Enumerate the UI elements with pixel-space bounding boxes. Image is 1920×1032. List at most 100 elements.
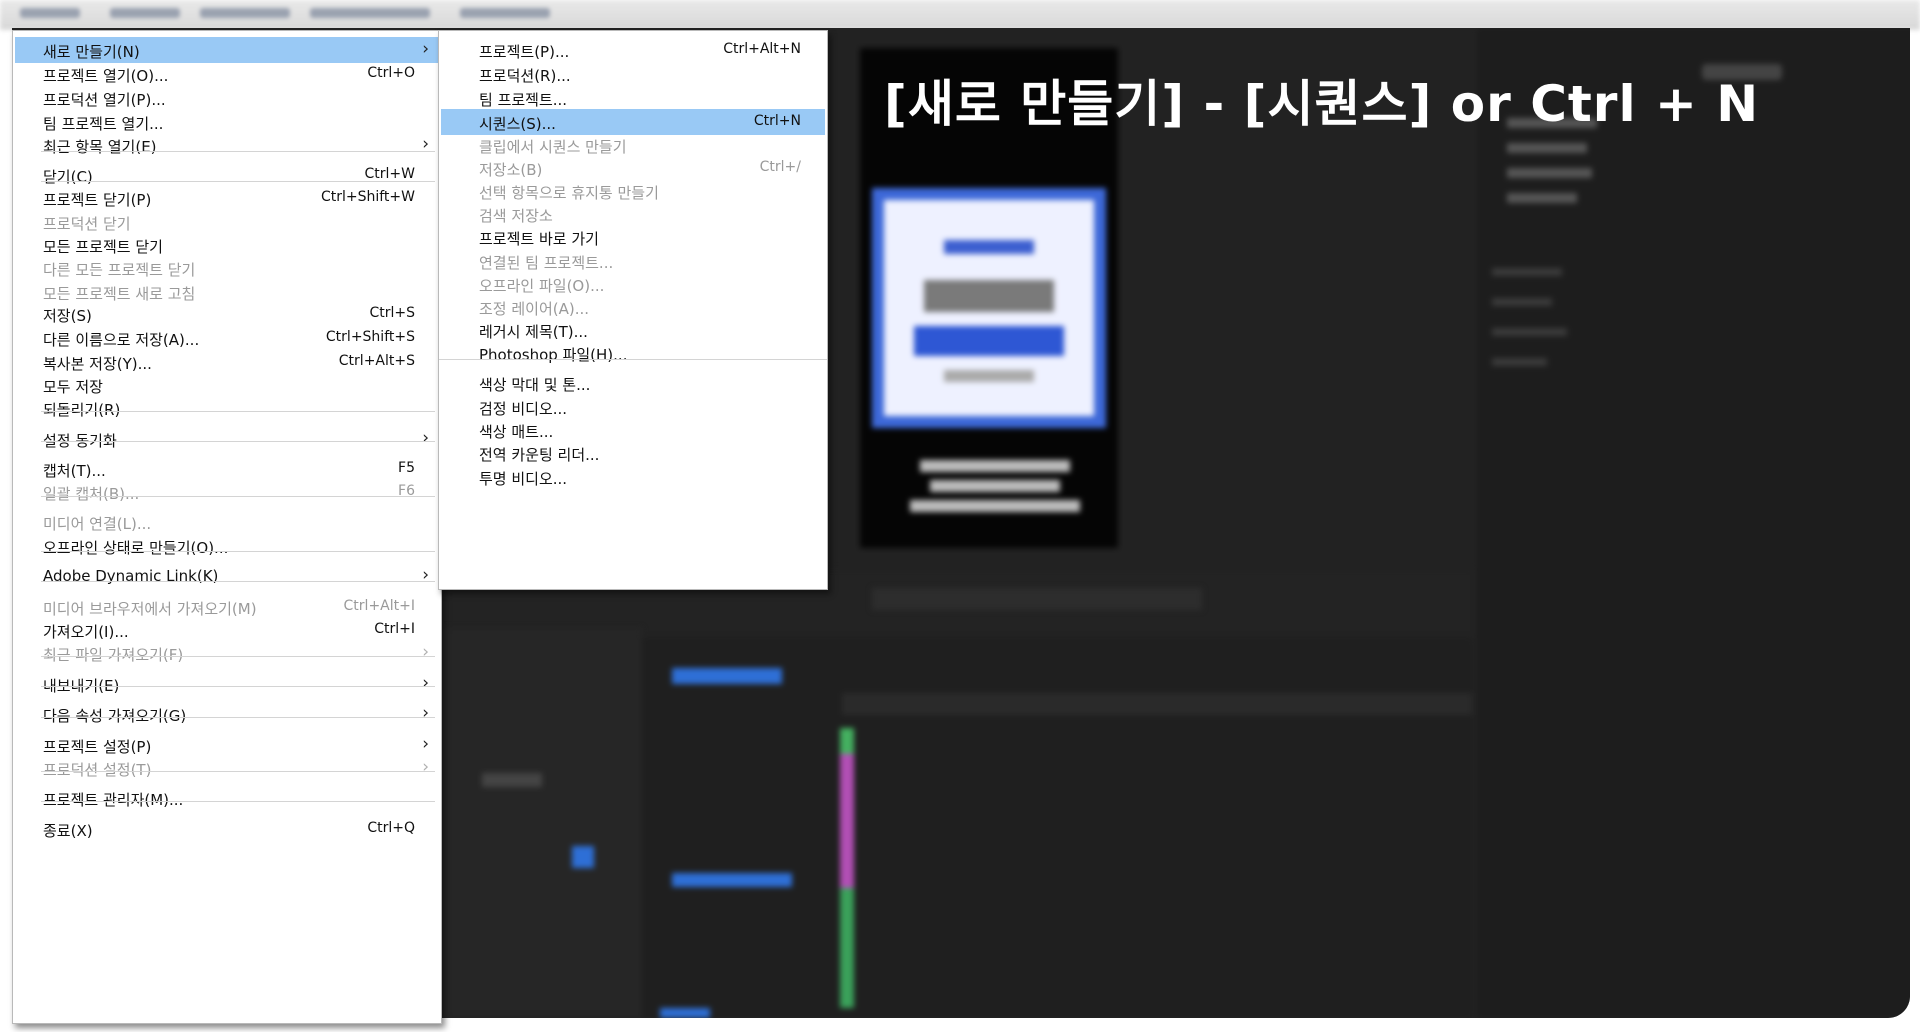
file-menu-item-label: 프로젝트 닫기(P) bbox=[43, 191, 152, 209]
new-submenu-item-17[interactable]: 전역 카운팅 리더... bbox=[441, 440, 825, 466]
file-menu-item-6[interactable]: 프로젝트 닫기(P) Ctrl+Shift+W bbox=[15, 185, 439, 211]
file-menu-item-label: 가져오기(I)... bbox=[43, 623, 129, 641]
file-menu-item-label: 종료(X) bbox=[43, 822, 93, 840]
file-menu-item-30[interactable]: 종료(X) Ctrl+Q bbox=[15, 816, 439, 842]
file-menu-item-label: 다른 모든 프로젝트 닫기 bbox=[43, 261, 196, 279]
menu-separator bbox=[41, 771, 435, 772]
menu-separator bbox=[41, 717, 435, 718]
file-menu-item-label: 최근 항목 열기(E) bbox=[43, 138, 157, 156]
file-menu-item-label: 새로 만들기(N) bbox=[43, 43, 140, 61]
window-title-bar bbox=[0, 0, 1920, 30]
file-menu-item-label: 프로덕션 열기(P)... bbox=[43, 91, 166, 109]
file-menu-item-21[interactable]: Adobe Dynamic Link(K) › bbox=[15, 563, 439, 589]
shortcut-text: Ctrl+Alt+I bbox=[343, 598, 415, 614]
new-submenu-item-0[interactable]: 프로젝트(P)... Ctrl+Alt+N bbox=[441, 37, 825, 63]
annotation-caption: [새로 만들기] - [시퀀스] or Ctrl + N bbox=[884, 75, 1760, 133]
file-menu-item-26[interactable]: 다음 속성 가져오기(G) › bbox=[15, 701, 439, 727]
menu-separator bbox=[41, 801, 435, 802]
file-menu-item-label: 다른 이름으로 저장(A)... bbox=[43, 331, 200, 349]
file-menu-item-label: 저장(S) bbox=[43, 307, 92, 325]
chevron-right-icon: › bbox=[422, 428, 429, 448]
file-menu-item-label: 일괄 캡처(B)... bbox=[43, 485, 140, 503]
file-menu-item-label: 최근 파일 가져오기(F) bbox=[43, 646, 184, 664]
file-menu-item-label: 프로젝트 관리자(M)... bbox=[43, 791, 184, 809]
file-menu-item-2[interactable]: 프로덕션 열기(P)... bbox=[15, 85, 439, 111]
shortcut-text: Ctrl+O bbox=[367, 65, 415, 81]
new-submenu-item-label: 전역 카운팅 리더... bbox=[479, 446, 600, 464]
new-submenu-item-label: 레거시 제목(T)... bbox=[479, 323, 588, 341]
file-menu-item-label: 프로덕션 설정(T) bbox=[43, 761, 152, 779]
new-submenu-item-label: 클립에서 시퀀스 만들기 bbox=[479, 138, 627, 156]
file-menu-item-16[interactable]: 설정 동기화 › bbox=[15, 426, 439, 452]
file-menu-item-1[interactable]: 프로젝트 열기(O)... Ctrl+O bbox=[15, 61, 439, 87]
file-menu-item-label: 오프라인 상태로 만들기(O)... bbox=[43, 539, 229, 557]
new-submenu-item-label: 색상 막대 및 톤... bbox=[479, 376, 591, 394]
file-menu-item-label: 다음 속성 가져오기(G) bbox=[43, 707, 187, 725]
menu-separator bbox=[41, 686, 435, 687]
file-menu-item-label: 미디어 연결(L)... bbox=[43, 515, 152, 533]
new-submenu-item-8[interactable]: 프로젝트 바로 가기 bbox=[441, 224, 825, 250]
new-submenu-item-label: 프로젝트 바로 가기 bbox=[479, 230, 599, 248]
menu-separator bbox=[439, 359, 827, 360]
menu-separator bbox=[41, 581, 435, 582]
file-menu-item-4[interactable]: 최근 항목 열기(E) › bbox=[15, 132, 439, 158]
file-menu-item-9[interactable]: 다른 모든 프로젝트 닫기 bbox=[15, 255, 439, 281]
new-submenu-item-label: 연결된 팀 프로젝트... bbox=[479, 254, 614, 272]
file-menu-item-label: 되돌리기(R) bbox=[43, 401, 121, 419]
new-submenu-item-label: 오프라인 파일(O)... bbox=[479, 277, 605, 295]
chevron-right-icon: › bbox=[422, 642, 429, 662]
menu-separator bbox=[41, 656, 435, 657]
menu-separator bbox=[41, 496, 435, 497]
new-submenu-item-13[interactable]: Photoshop 파일(H)... bbox=[441, 340, 825, 366]
file-menu-item-29[interactable]: 프로젝트 관리자(M)... bbox=[15, 785, 439, 811]
file-menu-item-24[interactable]: 최근 파일 가져오기(F) › bbox=[15, 640, 439, 666]
file-menu-item-19[interactable]: 미디어 연결(L)... bbox=[15, 509, 439, 535]
shortcut-text: Ctrl+N bbox=[753, 113, 801, 129]
file-menu-item-label: 프로젝트 열기(O)... bbox=[43, 67, 169, 85]
shortcut-text: Ctrl+Shift+W bbox=[320, 189, 415, 205]
shortcut-text: Ctrl+/ bbox=[759, 159, 801, 175]
file-menu-item-18[interactable]: 일괄 캡처(B)... F6 bbox=[15, 479, 439, 505]
shortcut-text: Ctrl+W bbox=[364, 166, 415, 182]
new-submenu-item-14[interactable]: 색상 막대 및 톤... bbox=[441, 370, 825, 396]
new-submenu-item-label: 조정 레이어(A)... bbox=[479, 300, 590, 318]
file-menu-item-label: 복사본 저장(Y)... bbox=[43, 355, 152, 373]
new-submenu-item-label: 검정 비디오... bbox=[479, 400, 568, 418]
file-menu-item-12[interactable]: 다른 이름으로 저장(A)... Ctrl+Shift+S bbox=[15, 325, 439, 351]
new-submenu: 프로젝트(P)... Ctrl+Alt+N 프로덕션(R)... 팀 프로젝트... 시… bbox=[438, 30, 828, 590]
new-submenu-item-18[interactable]: 투명 비디오... bbox=[441, 464, 825, 490]
file-menu-item-0[interactable]: 새로 만들기(N) › bbox=[15, 37, 439, 63]
new-submenu-item-2[interactable]: 팀 프로젝트... bbox=[441, 85, 825, 111]
new-submenu-item-1[interactable]: 프로덕션(R)... bbox=[441, 61, 825, 87]
file-menu-item-28[interactable]: 프로덕션 설정(T) › bbox=[15, 755, 439, 781]
file-menu-item-label: Adobe Dynamic Link(K) bbox=[43, 567, 219, 585]
chevron-right-icon: › bbox=[422, 734, 429, 754]
project-bin bbox=[442, 628, 642, 1018]
chevron-right-icon: › bbox=[422, 757, 429, 777]
chevron-right-icon: › bbox=[422, 39, 429, 59]
menu-separator bbox=[41, 151, 435, 152]
shortcut-text: F5 bbox=[398, 460, 415, 476]
file-menu-item-label: 모두 저장 bbox=[43, 378, 103, 396]
file-menu-item-label: 닫기(C) bbox=[43, 168, 93, 186]
chevron-right-icon: › bbox=[422, 703, 429, 723]
new-submenu-item-label: 투명 비디오... bbox=[479, 470, 568, 488]
menu-separator bbox=[41, 181, 435, 182]
file-menu: 새로 만들기(N) › 프로젝트 열기(O)... Ctrl+O 프로덕션 열기(P).… bbox=[12, 30, 442, 1024]
shortcut-text: Ctrl+I bbox=[374, 621, 415, 637]
file-menu-item-20[interactable]: 오프라인 상태로 만들기(O)... bbox=[15, 533, 439, 559]
shortcut-text: Ctrl+Alt+N bbox=[723, 41, 801, 57]
file-menu-item-label: 모든 프로젝트 닫기 bbox=[43, 238, 163, 256]
new-submenu-item-label: 프로젝트(P)... bbox=[479, 43, 570, 61]
shortcut-text: Ctrl+Shift+S bbox=[325, 329, 415, 345]
new-submenu-item-label: 검색 저장소 bbox=[479, 207, 553, 225]
file-menu-item-15[interactable]: 되돌리기(R) bbox=[15, 395, 439, 421]
chevron-right-icon: › bbox=[422, 673, 429, 693]
file-menu-item-label: 팀 프로젝트 열기... bbox=[43, 115, 164, 133]
file-menu-item-25[interactable]: 내보내기(E) › bbox=[15, 671, 439, 697]
new-submenu-item-label: 저장소(B) bbox=[479, 161, 543, 179]
menu-separator bbox=[41, 411, 435, 412]
file-menu-item-label: 캡처(T)... bbox=[43, 462, 106, 480]
file-menu-item-label: 프로덕션 닫기 bbox=[43, 215, 131, 233]
file-menu-item-11[interactable]: 저장(S) Ctrl+S bbox=[15, 301, 439, 327]
